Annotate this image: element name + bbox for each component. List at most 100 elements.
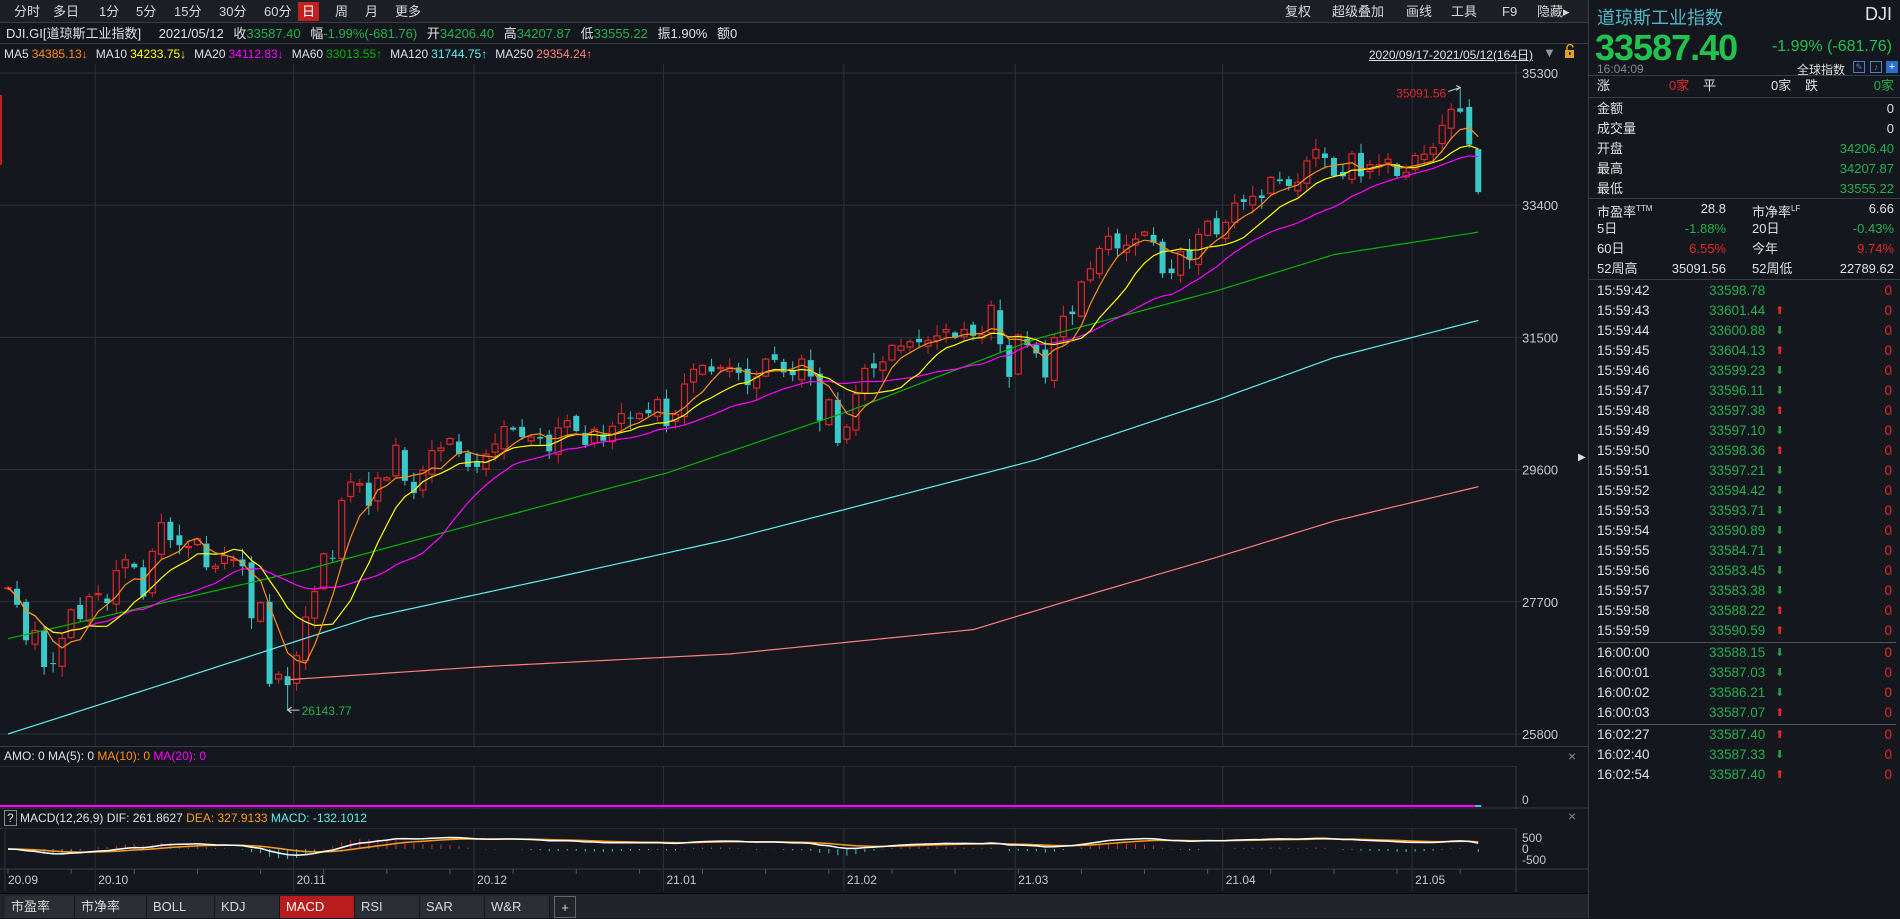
high-value: 34207.87 xyxy=(516,26,571,41)
price-tick-label: 25800 xyxy=(1522,727,1558,742)
date-range-selector[interactable]: 2020/09/17-2021/05/12(164日) xyxy=(1369,46,1533,63)
edit-icon[interactable]: ✎ xyxy=(1853,61,1865,73)
candle-down xyxy=(870,352,877,378)
candle-up xyxy=(825,398,833,427)
period-tab[interactable]: 月 xyxy=(361,2,382,21)
candle-body xyxy=(698,364,707,375)
candle-body xyxy=(41,630,48,667)
hide-label: 隐藏 xyxy=(1537,4,1564,19)
indicator-tab[interactable]: 市盈率 xyxy=(5,896,75,918)
dropdown-triangle-icon[interactable]: ▼ xyxy=(1543,45,1556,60)
candle-body xyxy=(275,673,283,680)
candle-body xyxy=(897,345,905,351)
candle-body xyxy=(1429,146,1437,155)
ma10-line xyxy=(7,144,1479,634)
close-macd-panel-icon[interactable]: × xyxy=(1568,808,1576,824)
tick-row: 15:59:53 33593.71 ⬇ 0 xyxy=(1597,501,1894,521)
candle-body xyxy=(906,341,914,348)
stat-label: 成交量 xyxy=(1597,121,1637,136)
indicator-tab[interactable]: 市净率 xyxy=(75,896,147,918)
tick-row: 16:00:01 33587.03 ⬇ 0 xyxy=(1597,663,1894,683)
period-tab[interactable]: 30分 xyxy=(215,2,250,21)
tick-time: 15:59:42 xyxy=(1597,283,1650,298)
ratio-label-text: 52周低 xyxy=(1752,261,1793,276)
candle-up xyxy=(635,412,644,420)
tick-price: 33588.15 xyxy=(1709,645,1766,660)
amo-chart: 0 xyxy=(0,766,1588,809)
indicator-tab[interactable]: RSI xyxy=(355,896,420,918)
indicator-tab[interactable]: KDJ xyxy=(215,896,280,918)
candle-up xyxy=(1375,154,1383,176)
macd-dif: DIF: 261.8627 xyxy=(106,811,183,825)
candle-body xyxy=(1059,315,1067,338)
period-tab[interactable]: 日 xyxy=(298,2,320,21)
tick-time: 16:00:01 xyxy=(1597,665,1650,680)
tools-button[interactable]: 工具 xyxy=(1451,2,1477,21)
overlay-button[interactable]: 超级叠加 xyxy=(1332,2,1384,21)
month-label: 20.09 xyxy=(8,873,38,887)
ratio-value: 9.74% xyxy=(1857,241,1894,256)
expand-arrow-icon[interactable]: ▶ xyxy=(1578,452,1586,463)
period-tab[interactable]: 分时 xyxy=(10,2,44,21)
indicator-tab[interactable]: MACD xyxy=(280,896,355,918)
bell-icon[interactable]: ♪ xyxy=(1870,61,1882,73)
amo-axis-zero: 0 xyxy=(1522,793,1529,807)
date-range-text: 2020/09/17-2021/05/12(164日) xyxy=(1368,48,1533,62)
candle-body xyxy=(157,522,165,555)
tick-row: 16:02:27 33587.40 ⬆ 0 xyxy=(1597,725,1894,745)
candle-down xyxy=(510,426,517,432)
amo-value: AMO: 0 xyxy=(4,749,45,763)
candlestick-chart[interactable]: 35300 33400 31500 29600 27700 25800 35091.56 26… xyxy=(0,64,1588,746)
flat-label: 平 xyxy=(1703,78,1717,93)
period-tab[interactable]: 1分 xyxy=(95,2,123,21)
candle-down xyxy=(23,598,30,645)
lock-icon[interactable] xyxy=(1564,43,1576,58)
amo-ma10: MA(10): 0 xyxy=(97,749,151,763)
period-tab[interactable]: 15分 xyxy=(170,2,205,21)
ratio-label-text: 52周高 xyxy=(1597,261,1638,276)
indicator-tab[interactable]: SAR xyxy=(420,896,485,918)
arrow-up-icon: ⬆ xyxy=(1775,707,1785,719)
candle-up xyxy=(888,343,896,362)
candle-body xyxy=(491,443,499,453)
tick-volume: 0 xyxy=(1884,543,1892,558)
draw-button[interactable]: 画线 xyxy=(1406,2,1432,21)
period-tab[interactable]: 5分 xyxy=(132,2,160,21)
candle-down xyxy=(248,556,255,630)
candle-body xyxy=(184,545,192,549)
indicator-tab[interactable]: W&R xyxy=(485,896,550,918)
macd-chart: 20.09 20.10 20.11 20.12 21.01 21.02 21.03 21.04… xyxy=(0,828,1588,892)
add-icon[interactable]: + xyxy=(1886,61,1898,73)
ratio-row: 60日 6.55% 今年 9.74% xyxy=(1597,239,1894,259)
candle-down xyxy=(284,666,291,711)
add-indicator-button[interactable]: + xyxy=(554,896,576,918)
candle-down xyxy=(1339,164,1346,180)
tick-volume: 0 xyxy=(1884,503,1892,518)
fuquan-button[interactable]: 复权 xyxy=(1285,2,1311,21)
close-amo-panel-icon[interactable]: × xyxy=(1568,748,1576,764)
amo-ma20: MA(20): 0 xyxy=(153,749,207,763)
period-tab[interactable]: 60分 xyxy=(260,2,295,21)
macd-help-button[interactable]: ? xyxy=(4,810,17,826)
ratio-value: 22789.62 xyxy=(1839,261,1894,276)
period-tab[interactable]: 更多 xyxy=(391,2,425,21)
indicator-tab[interactable]: BOLL xyxy=(147,896,215,918)
tick-price: 33601.44 xyxy=(1709,303,1766,318)
tick-volume: 0 xyxy=(1884,727,1892,742)
period-tab[interactable]: 周 xyxy=(331,2,352,21)
candle-down xyxy=(582,425,589,448)
f9-button[interactable]: F9 xyxy=(1502,2,1517,21)
candle-up xyxy=(1312,138,1320,168)
tick-price: 33597.21 xyxy=(1709,463,1766,478)
period-tab[interactable]: 多日 xyxy=(49,2,83,21)
arrow-up-icon: ⬆ xyxy=(1775,605,1785,617)
tick-time: 16:02:54 xyxy=(1597,767,1650,782)
tick-price: 33587.40 xyxy=(1709,767,1766,782)
tick-volume: 0 xyxy=(1884,747,1892,762)
candle-body xyxy=(1240,199,1247,202)
ma250-line xyxy=(287,486,1479,681)
candle-down xyxy=(997,299,1004,354)
tick-row: 15:59:50 33598.36 ⬆ 0 xyxy=(1597,441,1894,461)
candle-body xyxy=(527,436,535,442)
hide-button[interactable]: 隐藏▸ xyxy=(1537,2,1570,21)
